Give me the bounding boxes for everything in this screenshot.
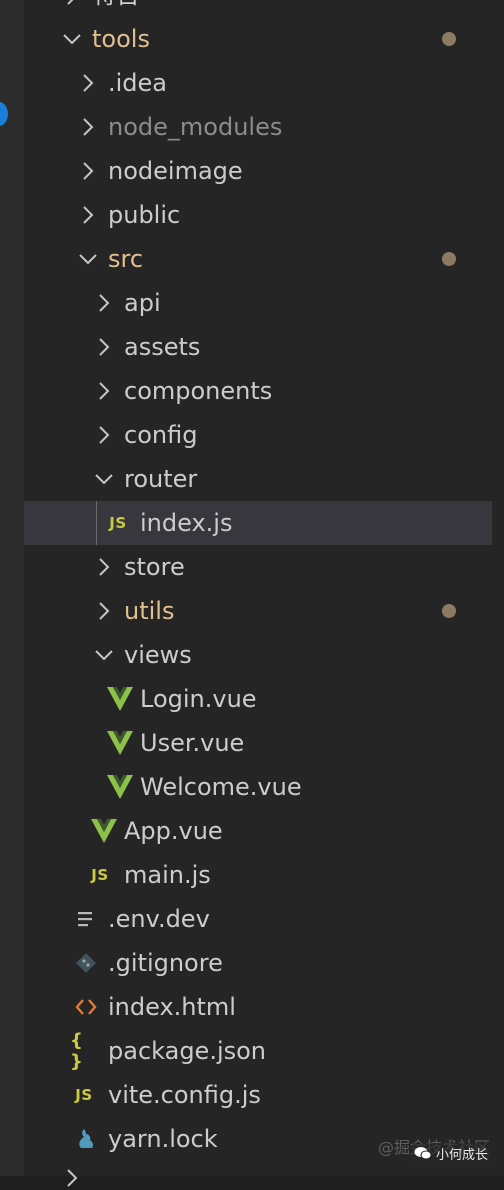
- modified-dot-icon: [442, 32, 456, 46]
- folder-label: assets: [124, 333, 201, 361]
- folder-row-api[interactable]: api: [24, 281, 492, 325]
- chevron-right-icon[interactable]: [76, 203, 100, 227]
- chevron-right-icon[interactable]: [76, 71, 100, 95]
- file-row-vite-config-js[interactable]: JS vite.config.js: [24, 1073, 492, 1117]
- file-label: User.vue: [140, 729, 245, 757]
- folder-label: api: [124, 289, 161, 317]
- vue-file-icon: [106, 773, 134, 801]
- lines-file-icon: [72, 905, 100, 933]
- chevron-right-icon[interactable]: [92, 599, 116, 623]
- folder-label: nodeimage: [108, 157, 243, 185]
- chevron-right-icon[interactable]: [60, 0, 84, 8]
- chevron-right-icon[interactable]: [76, 159, 100, 183]
- file-row-login-vue[interactable]: Login.vue: [24, 677, 492, 721]
- account-badge: 小何成长: [411, 1143, 490, 1163]
- chevron-right-icon[interactable]: [92, 291, 116, 315]
- js-file-icon: JS: [104, 509, 132, 537]
- file-row-welcome-vue[interactable]: Welcome.vue: [24, 765, 492, 809]
- modified-dot-icon: [442, 252, 456, 266]
- file-row-app-vue[interactable]: App.vue: [24, 809, 492, 853]
- file-label: index.js: [140, 509, 233, 537]
- chevron-right-icon[interactable]: [76, 115, 100, 139]
- chevron-right-icon[interactable]: [92, 335, 116, 359]
- json-badge-text: { }: [70, 1030, 85, 1072]
- folder-row-components[interactable]: components: [24, 369, 492, 413]
- folder-row-idea[interactable]: .idea: [24, 61, 492, 105]
- folder-row-nodeimage[interactable]: nodeimage: [24, 149, 492, 193]
- folder-row-public[interactable]: public: [24, 193, 492, 237]
- top-partial-folder-label: 将台: [92, 0, 140, 17]
- file-label: Login.vue: [140, 685, 257, 713]
- file-row-gitignore[interactable]: .gitignore: [24, 941, 492, 985]
- file-row-index-js[interactable]: JS index.js: [24, 501, 492, 545]
- folder-row-views[interactable]: views: [24, 633, 492, 677]
- html-file-icon: [72, 993, 100, 1021]
- file-label: .gitignore: [108, 949, 223, 977]
- yarn-file-icon: [72, 1125, 100, 1153]
- file-label: main.js: [124, 861, 211, 889]
- folder-row-utils[interactable]: utils: [24, 589, 492, 633]
- folder-row-tools[interactable]: tools: [24, 17, 492, 61]
- account-name: 小何成长: [435, 1147, 488, 1163]
- chevron-down-icon[interactable]: [92, 643, 116, 667]
- folder-label: public: [108, 201, 181, 229]
- folder-label: components: [124, 377, 273, 405]
- selection-indent-guide: [96, 501, 97, 545]
- folder-label: node_modules: [108, 113, 283, 141]
- folder-row-store[interactable]: store: [24, 545, 492, 589]
- chevron-down-icon[interactable]: [92, 467, 116, 491]
- folder-label: config: [124, 421, 198, 449]
- folder-row-node-modules[interactable]: node_modules: [24, 105, 492, 149]
- folder-label: router: [124, 465, 198, 493]
- vue-file-icon: [106, 685, 134, 713]
- file-row-user-vue[interactable]: User.vue: [24, 721, 492, 765]
- folder-row-router[interactable]: router: [24, 457, 492, 501]
- file-label: Welcome.vue: [140, 773, 302, 801]
- file-label: .env.dev: [108, 905, 210, 933]
- js-badge-text: JS: [109, 514, 127, 532]
- js-badge-text: JS: [91, 866, 109, 884]
- folder-row-config[interactable]: config: [24, 413, 492, 457]
- folder-label: views: [124, 641, 192, 669]
- js-file-icon: JS: [70, 1081, 98, 1109]
- folder-label: utils: [124, 597, 175, 625]
- file-label: App.vue: [124, 817, 223, 845]
- vue-file-icon: [90, 817, 118, 845]
- file-row-index-html[interactable]: index.html: [24, 985, 492, 1029]
- chevron-right-icon[interactable]: [92, 379, 116, 403]
- chevron-down-icon[interactable]: [60, 27, 84, 51]
- file-label: package.json: [108, 1037, 267, 1065]
- vue-file-icon: [106, 729, 134, 757]
- file-explorer-tree: 将台 tools .idea node_modules nodeimage public…: [24, 0, 504, 1187]
- git-file-icon: [72, 949, 100, 977]
- wechat-icon: [414, 1147, 432, 1160]
- json-file-icon: { }: [70, 1030, 98, 1072]
- folder-label: store: [124, 553, 185, 581]
- modified-dot-icon: [442, 604, 456, 618]
- folder-row-assets[interactable]: assets: [24, 325, 492, 369]
- chevron-right-icon[interactable]: [60, 1166, 84, 1190]
- file-label: index.html: [108, 993, 236, 1021]
- file-row-package-json[interactable]: { } package.json: [24, 1029, 492, 1073]
- js-file-icon: JS: [86, 861, 114, 889]
- folder-label: .idea: [108, 69, 168, 97]
- folder-label: src: [108, 245, 144, 273]
- file-label: yarn.lock: [108, 1125, 218, 1153]
- file-row-env-dev[interactable]: .env.dev: [24, 897, 492, 941]
- folder-row-src[interactable]: src: [24, 237, 492, 281]
- activity-bar: [0, 0, 24, 1176]
- chevron-right-icon[interactable]: [92, 423, 116, 447]
- chevron-down-icon[interactable]: [76, 247, 100, 271]
- chevron-right-icon[interactable]: [92, 555, 116, 579]
- file-label: vite.config.js: [108, 1081, 261, 1109]
- folder-label: tools: [92, 25, 150, 53]
- js-badge-text: JS: [75, 1086, 93, 1104]
- accounts-badge-icon[interactable]: [0, 102, 8, 126]
- file-row-main-js[interactable]: JS main.js: [24, 853, 492, 897]
